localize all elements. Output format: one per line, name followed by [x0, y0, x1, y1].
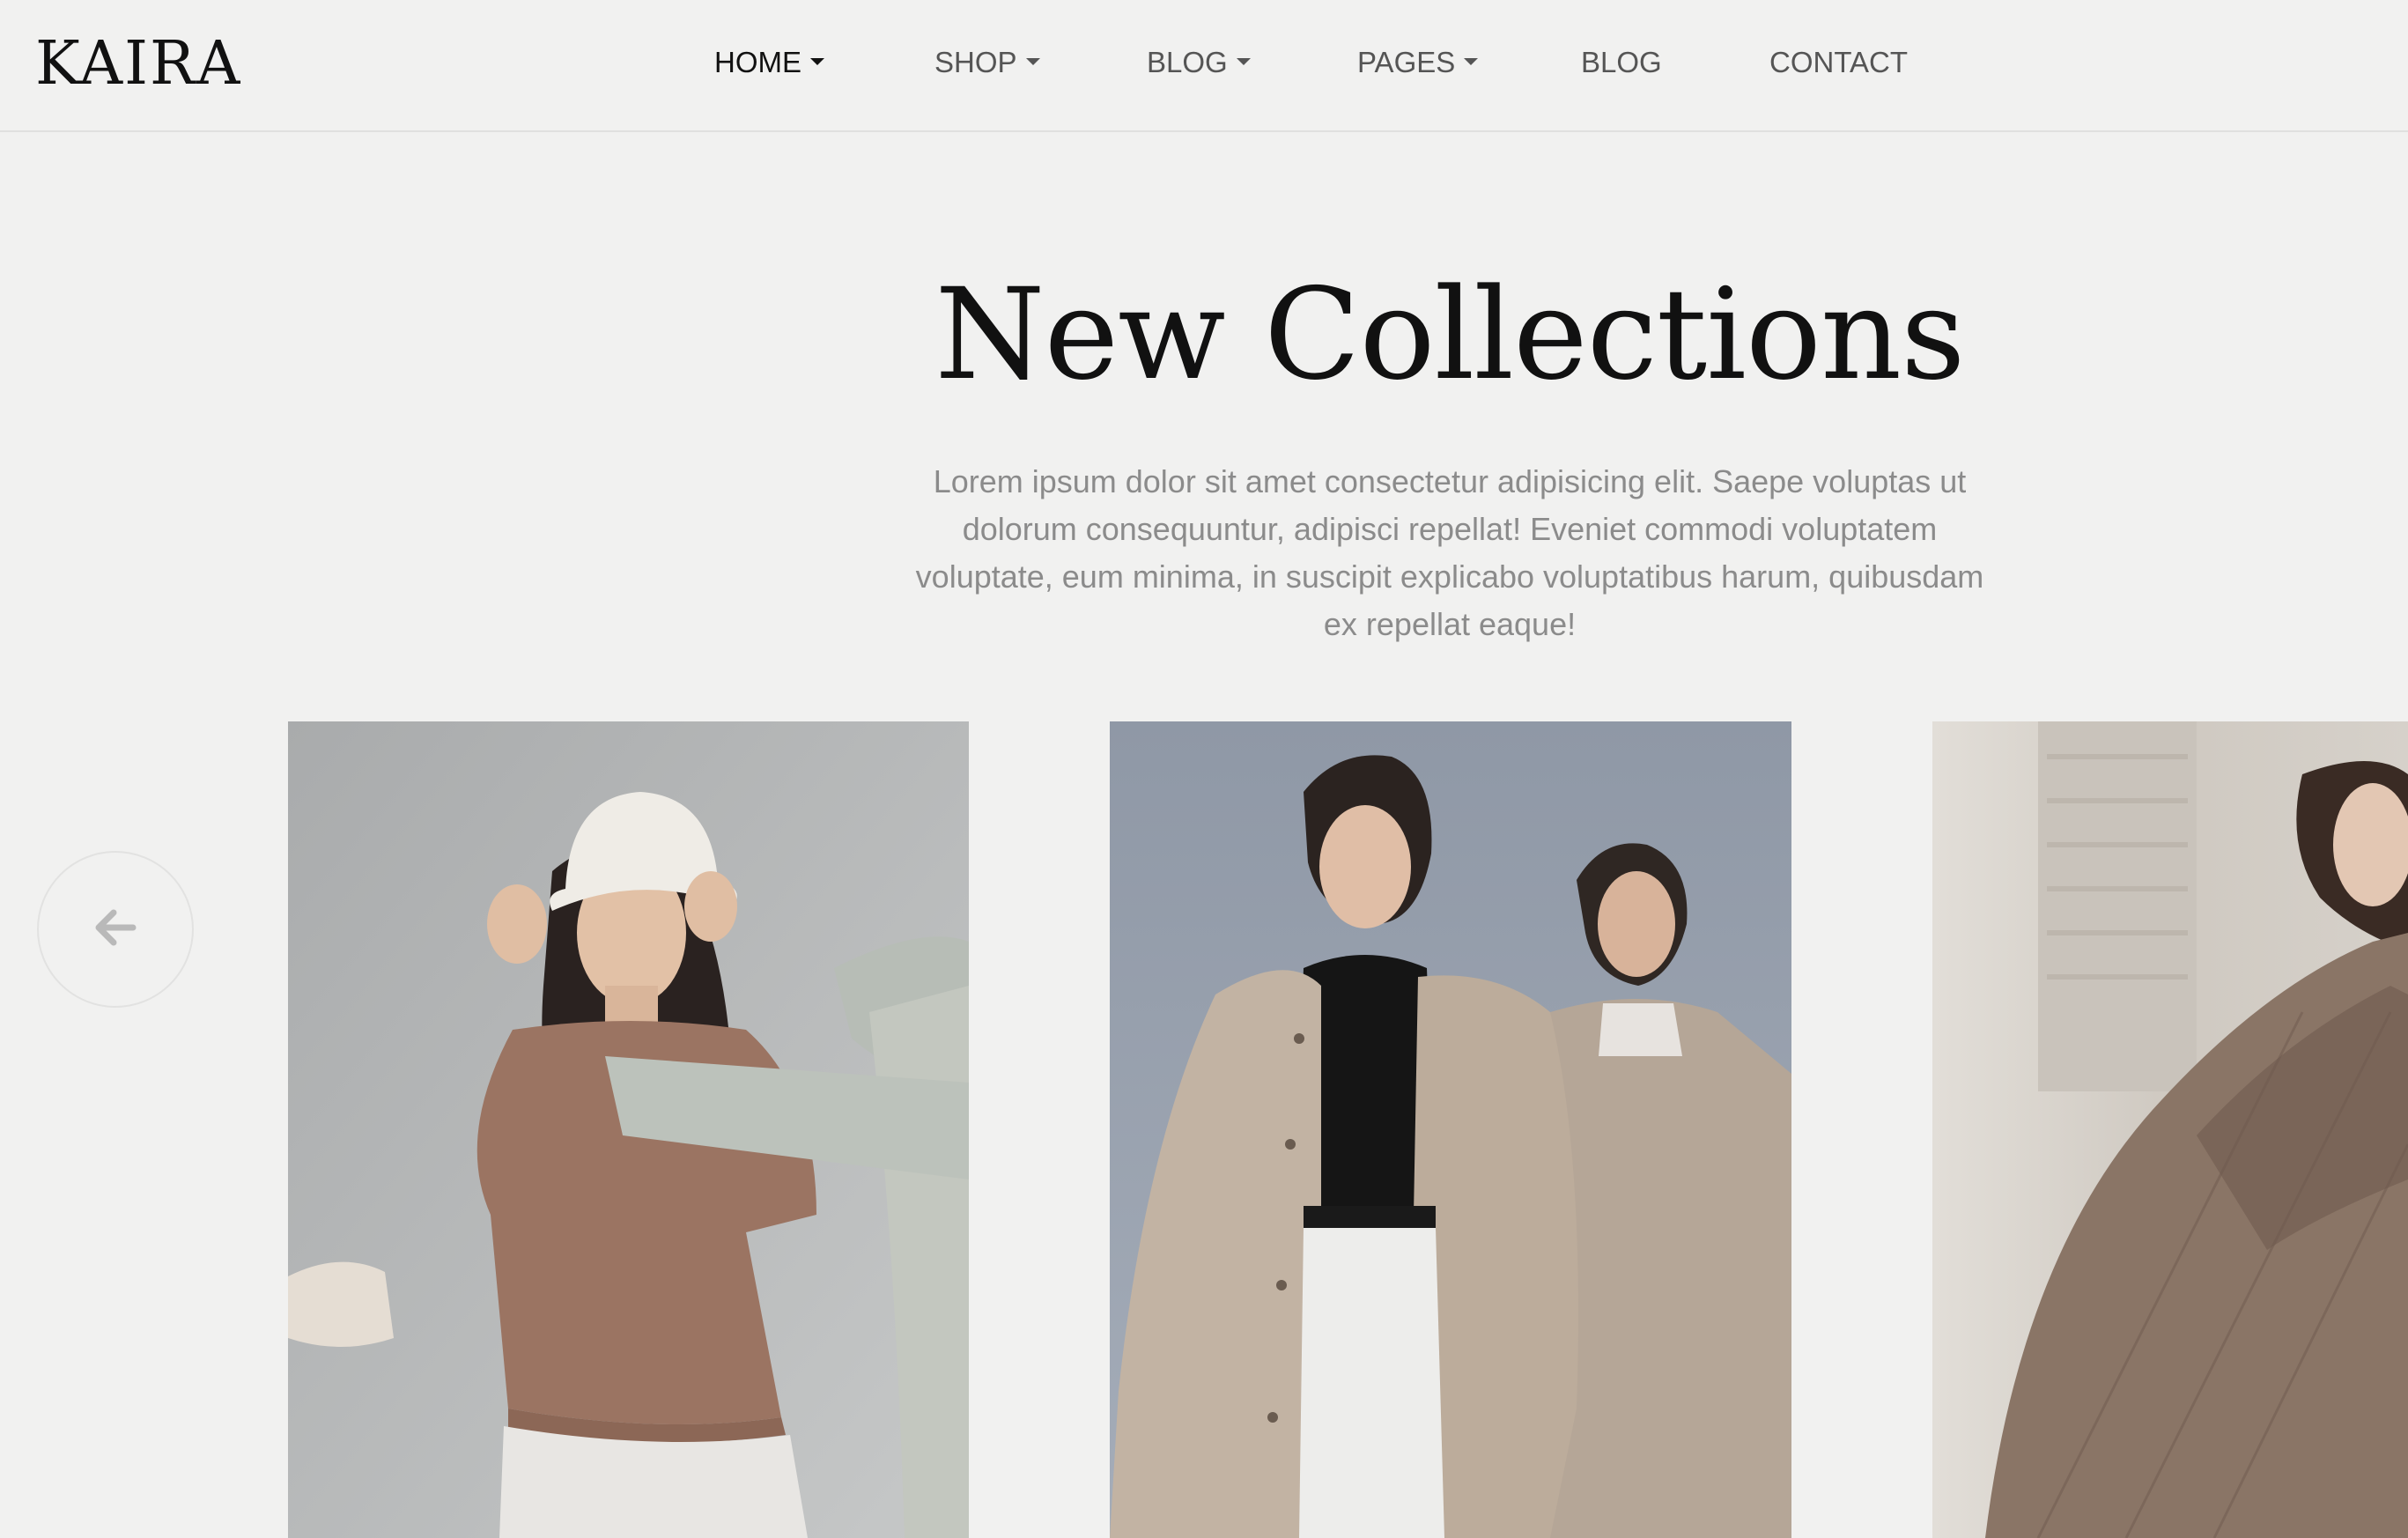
caret-down-icon: [810, 58, 824, 65]
nav-item-home[interactable]: HOME: [714, 41, 824, 85]
brand-logo[interactable]: KAIRA: [35, 29, 241, 100]
nav-item-shop[interactable]: SHOP: [934, 41, 1040, 85]
caret-down-icon: [1025, 58, 1040, 65]
product-image: [1110, 721, 1791, 1538]
caret-down-icon: [1236, 58, 1251, 65]
nav-item-label: BLOG: [1581, 46, 1662, 78]
nav-item-label: CONTACT: [1769, 46, 1909, 78]
collection-card[interactable]: [1110, 721, 1791, 1538]
arrow-left-icon: [89, 901, 142, 958]
site-header: KAIRA HOME SHOP BLOG PAGES BLOG CONTACT: [0, 0, 2408, 132]
nav-item-blog-dropdown[interactable]: BLOG: [1147, 41, 1251, 85]
nav-item-contact[interactable]: CONTACT: [1769, 41, 1908, 85]
nav-item-label: SHOP: [934, 46, 1017, 78]
product-image: [288, 721, 969, 1538]
carousel-prev-button[interactable]: [37, 851, 194, 1008]
collection-card[interactable]: [1932, 721, 2408, 1538]
hero-description: Lorem ipsum dolor sit amet consectetur a…: [915, 463, 1984, 642]
page-title: New Collections: [934, 261, 1965, 408]
nav-item-label: PAGES: [1357, 46, 1456, 78]
nav-item-label: BLOG: [1147, 46, 1228, 78]
collection-card[interactable]: [288, 721, 969, 1538]
product-image: [1932, 721, 2408, 1538]
nav-item-label: HOME: [714, 46, 801, 78]
nav-item-blog[interactable]: BLOG: [1581, 41, 1662, 85]
caret-down-icon: [1464, 58, 1479, 65]
nav-item-pages[interactable]: PAGES: [1357, 41, 1479, 85]
